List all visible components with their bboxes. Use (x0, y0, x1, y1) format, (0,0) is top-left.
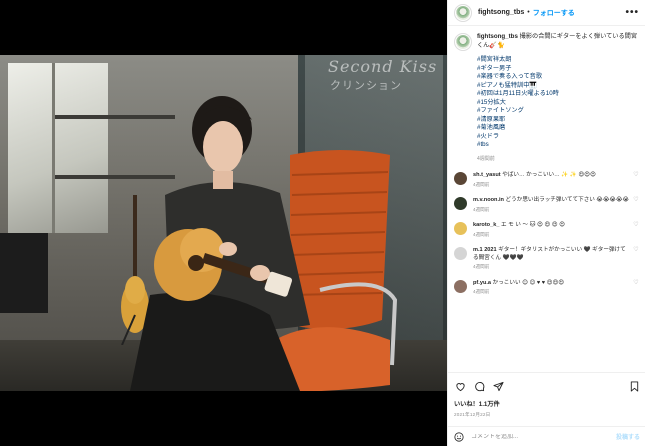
post-comment-button[interactable]: 投稿する (616, 432, 640, 441)
follow-button[interactable]: フォローする (533, 8, 575, 18)
hashtag[interactable]: #tbs (477, 141, 640, 150)
separator-dot: • (527, 9, 530, 16)
comment-item: m.v.noon.in どうか思い出ラッチ弾いてて下さい 😭😭😭😭😭 4週間前 … (454, 197, 640, 213)
heart-icon[interactable]: ♡ (632, 197, 640, 205)
comment-text: やばい… かっこいい… ✨ ✨ 😍😍😍 (502, 172, 596, 178)
comment-username[interactable]: m.v.noon.in (473, 197, 504, 203)
heart-icon[interactable]: ♡ (632, 280, 640, 288)
comment-username[interactable]: m.1 2021 (473, 247, 497, 253)
comment-timestamp: 4週間前 (473, 289, 490, 294)
comment-item: m.1 2021 ギター！ギタリストがかっこいい 🖤 ギター弾けてる間宮くん 🖤… (454, 247, 640, 271)
post-date: 2021年12月22日 (454, 412, 491, 417)
heart-icon[interactable]: ♡ (632, 172, 640, 180)
caption: fightsong_tbs 撮影の合間にギターをよく弾いている間宮くん🎸🐈 #間… (454, 33, 640, 163)
comment-box: 投稿する (448, 426, 645, 446)
acoustic-guitar (154, 228, 293, 301)
post-side-panel: fightsong_tbs • フォローする ••• fightsong_tbs… (447, 0, 645, 446)
more-icon[interactable]: ••• (625, 7, 639, 18)
wall-writing: クリンション (330, 79, 402, 92)
share-icon[interactable] (492, 380, 504, 392)
action-icons (454, 379, 640, 393)
hashtag[interactable]: #火ドラ (477, 133, 640, 142)
comment-item: karoto_k_ エ モ い 〜 🐱 😍 😍 😍 😍 4週間前 ♡ (454, 222, 640, 238)
avatar[interactable] (454, 279, 467, 293)
logo-icon (456, 35, 470, 49)
caption-timestamp: 4週間前 (477, 155, 495, 162)
comment-timestamp: 4週間前 (473, 206, 490, 212)
avatar[interactable] (454, 197, 467, 210)
hashtag[interactable]: #ギター男子 (477, 65, 640, 74)
hashtag-list: #間宮祥太朗 #ギター男子 #楽器で奏る入って音歌 #ピアノも猛特訓中🎹 #初回… (477, 56, 640, 150)
comment-username[interactable]: pf.yu.a (473, 280, 491, 286)
account-avatar[interactable] (454, 3, 472, 22)
hashtag[interactable]: #15分拡大 (477, 99, 640, 108)
post-header: fightsong_tbs • フォローする ••• (448, 0, 645, 26)
hashtag[interactable]: #ファイトソング (477, 107, 640, 116)
caption-avatar[interactable] (454, 33, 472, 51)
post-photo[interactable]: Second Kiss クリンション (0, 55, 447, 391)
emoji-icon[interactable] (454, 431, 464, 442)
avatar[interactable] (454, 247, 467, 260)
heart-icon[interactable] (454, 380, 466, 392)
likes-count[interactable]: いいね！1.1万件 (454, 399, 640, 408)
comment-item: pf.yu.a かっこいい 😊 😊 ♥ ♥ 😍😍😍 4週間前 ♡ (454, 279, 640, 296)
wall-writing: Second Kiss (328, 57, 438, 76)
comment-timestamp: 4週間前 (473, 231, 490, 237)
heart-icon[interactable]: ♡ (632, 247, 640, 255)
avatar[interactable] (454, 172, 467, 185)
keyboard-instrument (0, 233, 48, 313)
hashtag[interactable]: #ピアノも猛特訓中🎹 (477, 82, 640, 91)
comment-icon[interactable] (473, 380, 485, 392)
comment-input[interactable] (471, 433, 616, 440)
bookmark-icon[interactable] (628, 380, 640, 392)
photo-pane: Second Kiss クリンション (0, 0, 447, 446)
comment-timestamp: 4週間前 (473, 264, 490, 269)
hashtag[interactable]: #清原果耶 (477, 116, 640, 125)
caption-username[interactable]: fightsong_tbs (477, 33, 518, 40)
avatar[interactable] (454, 222, 467, 235)
account-username[interactable]: fightsong_tbs (478, 9, 524, 16)
comment-item: sh.t_yasut やばい… かっこいい… ✨ ✨ 😍😍😍 4週間前 ♡ (454, 172, 640, 188)
actions-bar: いいね！1.1万件 2021年12月22日 (448, 372, 645, 418)
hashtag[interactable]: #初回は1月11日火曜よる10時 (477, 90, 640, 99)
logo-icon (456, 5, 470, 20)
comment-username[interactable]: karoto_k_ (473, 222, 499, 228)
heart-icon[interactable]: ♡ (632, 222, 640, 230)
comment-username[interactable]: sh.t_yasut (473, 172, 501, 178)
window-background (8, 63, 108, 233)
window-frame (52, 63, 55, 233)
comment-text: かっこいい 😊 😊 ♥ ♥ 😍😍😍 (492, 279, 565, 286)
comment-text: どうか思い出ラッチ弾いてて下さい 😭😭😭😭😭 (505, 197, 630, 203)
comment-timestamp: 4週間前 (473, 181, 490, 187)
hashtag[interactable]: #楽器で奏る入って音歌 (477, 73, 640, 82)
comment-text: エ モ い 〜 🐱 😍 😍 😍 😍 (501, 222, 565, 228)
comments-section[interactable]: fightsong_tbs 撮影の合間にギターをよく弾いている間宮くん🎸🐈 #間… (448, 27, 645, 370)
hashtag[interactable]: #菊池風磨 (477, 124, 640, 133)
hashtag[interactable]: #間宮祥太朗 (477, 56, 640, 65)
